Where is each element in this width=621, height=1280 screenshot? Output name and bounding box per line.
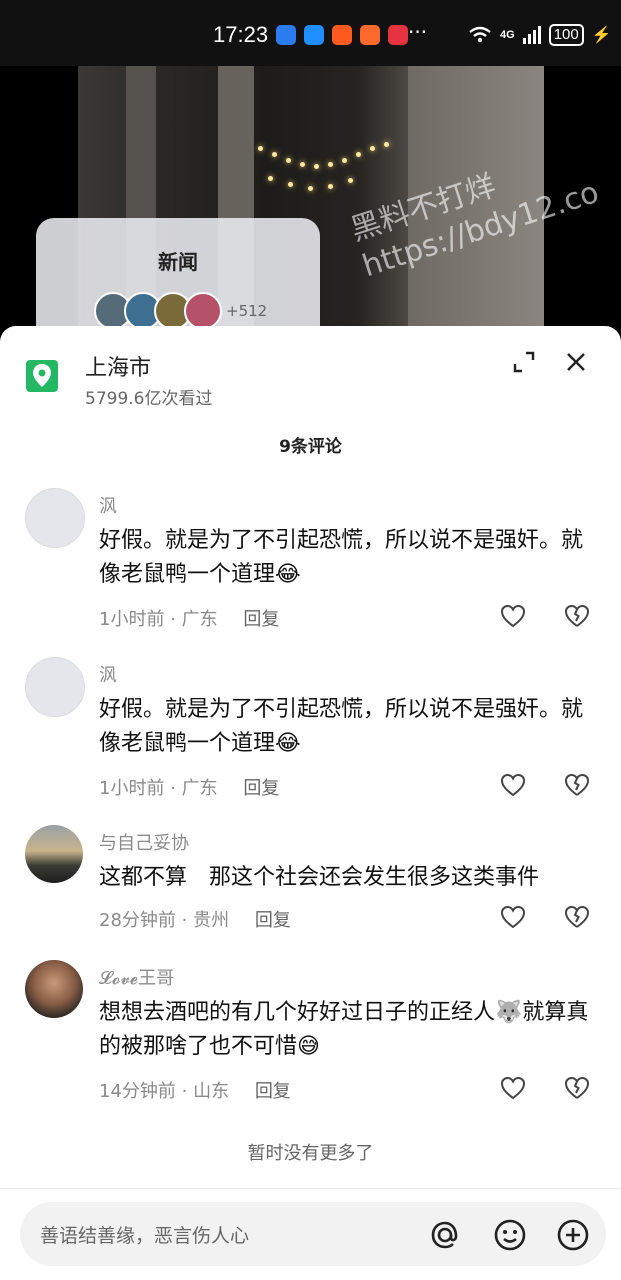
battery-icon: 100	[548, 24, 584, 46]
more-notifications-icon: ···	[408, 20, 428, 44]
dislike-broken-heart-icon[interactable]	[564, 773, 590, 797]
reply-button[interactable]: 回复	[243, 609, 279, 630]
like-heart-icon[interactable]	[500, 773, 526, 797]
mention-icon[interactable]	[428, 1218, 462, 1252]
huawei-app-icon	[388, 25, 408, 45]
dislike-broken-heart-icon[interactable]	[564, 905, 590, 929]
avatar	[184, 292, 222, 330]
blue-app-icon	[304, 25, 324, 45]
comment-time: 1小时前 · 广东	[99, 609, 218, 630]
location-pin-icon	[26, 360, 58, 392]
like-heart-icon[interactable]	[500, 604, 526, 628]
comment-meta: 1小时前 · 广东 回复	[99, 605, 279, 631]
comments-count-title: 9条评论	[279, 437, 342, 457]
network-type: 4G	[500, 29, 515, 41]
comment-author[interactable]: 𝓛𝓸𝓿𝓮王哥	[99, 964, 174, 990]
comment-meta: 14分钟前 · 山东 回复	[99, 1077, 291, 1103]
no-more-text: 暂时没有更多了	[247, 1143, 374, 1164]
comment-item: 沨 好假。就是为了不引起恐慌，所以说不是强奸。就像老鼠鸭一个道理😂 1小时前 ·…	[0, 488, 621, 638]
comment-input-bar[interactable]: 善语结善缘，恶言伤人心	[20, 1202, 606, 1266]
comment-time: 14分钟前 · 山东	[99, 1081, 230, 1102]
avatar[interactable]	[25, 825, 83, 883]
avatar[interactable]	[25, 488, 85, 548]
comment-sheet: 上海市 5799.6亿次看过 9条评论 沨 好假。就是为了不引起恐慌，所以说不是…	[0, 326, 621, 1280]
shield-app-icon	[276, 25, 296, 45]
divider	[0, 1188, 621, 1189]
comment-input[interactable]: 善语结善缘，恶言伤人心	[40, 1221, 249, 1248]
taobao-app-icon	[332, 25, 352, 45]
avatar-stack	[94, 292, 222, 330]
taobao-app-icon-2	[360, 25, 380, 45]
comment-author[interactable]: 沨	[99, 492, 117, 518]
emoji-icon[interactable]	[493, 1218, 527, 1252]
notification-icons	[276, 25, 408, 45]
reply-button[interactable]: 回复	[255, 1081, 291, 1102]
avatar[interactable]	[25, 657, 85, 717]
like-heart-icon[interactable]	[500, 905, 526, 929]
dislike-broken-heart-icon[interactable]	[564, 604, 590, 628]
location-title[interactable]: 上海市	[85, 350, 151, 382]
string-lights	[258, 136, 408, 196]
reply-button[interactable]: 回复	[243, 778, 279, 799]
comment-time: 1小时前 · 广东	[99, 778, 218, 799]
expand-icon	[513, 351, 535, 373]
comment-author[interactable]: 沨	[99, 661, 117, 687]
reply-button[interactable]: 回复	[255, 910, 291, 931]
close-icon	[567, 353, 585, 371]
news-card-title: 新闻	[158, 250, 198, 274]
charging-icon: ⚡	[591, 27, 612, 44]
avatar[interactable]	[25, 960, 83, 1018]
wifi-icon	[469, 26, 491, 43]
comment-meta: 28分钟前 · 贵州 回复	[99, 906, 291, 932]
status-bar: 17:23 ··· 4G 100 ⚡	[0, 0, 621, 66]
location-views: 5799.6亿次看过	[85, 389, 213, 409]
comment-text: 这都不算 那这个社会还会发生很多这类事件	[99, 865, 540, 890]
close-button[interactable]	[564, 350, 588, 374]
like-heart-icon[interactable]	[500, 1076, 526, 1100]
add-icon[interactable]	[556, 1218, 590, 1252]
dislike-broken-heart-icon[interactable]	[564, 1076, 590, 1100]
expand-button[interactable]	[512, 350, 536, 374]
comment-time: 28分钟前 · 贵州	[99, 910, 230, 931]
comment-item: 𝓛𝓸𝓿𝓮王哥 想想去酒吧的有几个好好过日子的正经人🐺就算真的被那啥了也不可惜😅 …	[0, 960, 621, 1110]
comment-item: 沨 好假。就是为了不引起恐慌，所以说不是强奸。就像老鼠鸭一个道理😂 1小时前 ·…	[0, 657, 621, 807]
comment-item: 与自己妥协 这都不算 那这个社会还会发生很多这类事件 28分钟前 · 贵州 回复	[0, 825, 621, 935]
signal-icon	[522, 26, 541, 44]
comment-meta: 1小时前 · 广东 回复	[99, 774, 279, 800]
status-right: 4G 100 ⚡	[468, 24, 612, 46]
comment-author[interactable]: 与自己妥协	[99, 829, 189, 855]
comment-text: 好假。就是为了不引起恐慌，所以说不是强奸。就像老鼠鸭一个道理😂	[99, 697, 584, 756]
comment-text: 想想去酒吧的有几个好好过日子的正经人🐺就算真的被那啥了也不可惜😅	[99, 1000, 589, 1059]
comment-text: 好假。就是为了不引起恐慌，所以说不是强奸。就像老鼠鸭一个道理😂	[99, 528, 584, 587]
status-time: 17:23	[213, 22, 269, 47]
avatar-extra-count: +512	[226, 302, 268, 320]
